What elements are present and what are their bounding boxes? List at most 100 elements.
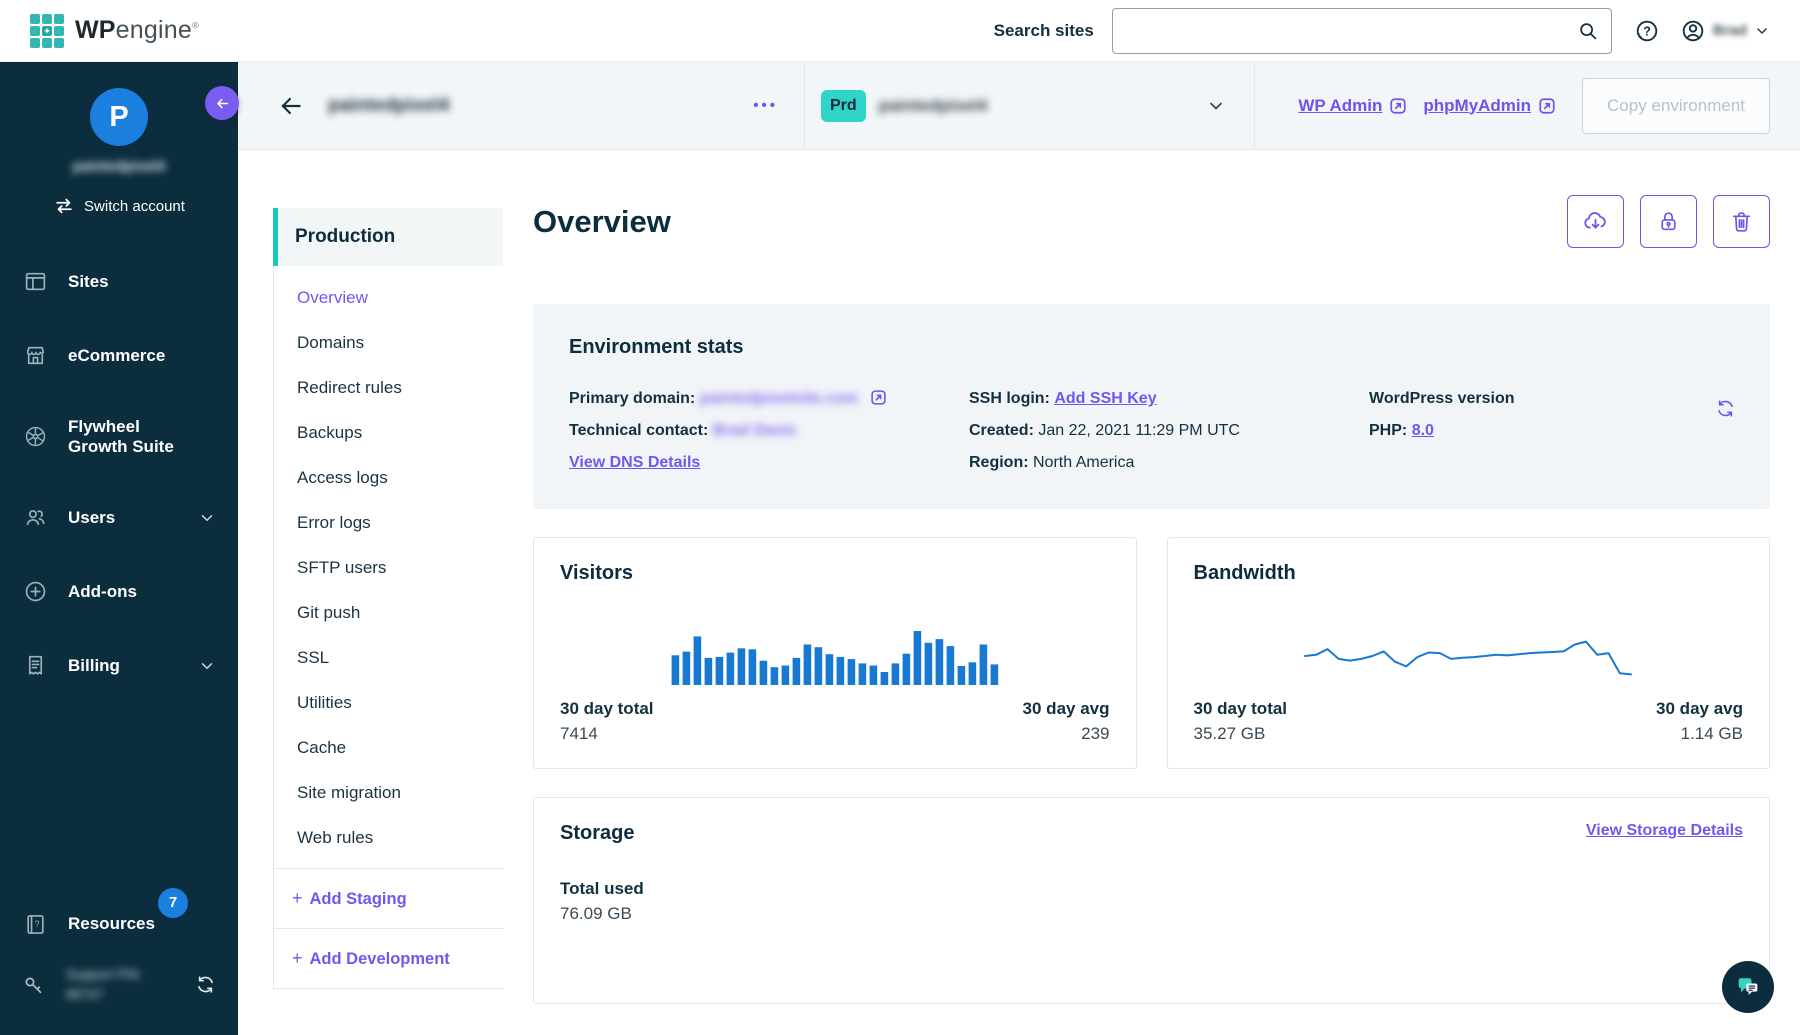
visitors-avg-value: 239 xyxy=(1023,724,1110,744)
primary-domain-label: Primary domain: xyxy=(569,390,695,407)
external-link-icon[interactable] xyxy=(870,389,887,406)
overview-panel: Overview xyxy=(533,195,1770,1035)
primary-domain-value[interactable]: paintedpixelsite.com xyxy=(700,390,858,407)
bandwidth-avg-label: 30 day avg xyxy=(1656,699,1743,719)
visitors-avg-label: 30 day avg xyxy=(1023,699,1110,719)
external-link-icon xyxy=(1389,97,1407,115)
backup-download-button[interactable] xyxy=(1567,195,1624,248)
submenu-item-backups[interactable]: Backups xyxy=(297,423,503,443)
chat-bubbles-icon xyxy=(1734,973,1762,1001)
storage-card: Storage View Storage Details Total used … xyxy=(533,797,1770,1004)
sidebar-item-resources[interactable]: ?Resources7 xyxy=(0,912,238,937)
swap-arrows-icon xyxy=(53,195,75,217)
submenu-item-ssl[interactable]: SSL xyxy=(297,648,503,668)
submenu-item-overview[interactable]: Overview xyxy=(297,288,503,308)
view-dns-details-link[interactable]: View DNS Details xyxy=(569,454,700,471)
sidebar-item-users[interactable]: Users xyxy=(0,505,238,530)
region-label: Region: xyxy=(969,454,1029,471)
chevron-down-icon xyxy=(198,509,216,527)
wordpress-version-label: WordPress version xyxy=(1369,390,1515,407)
created-label: Created: xyxy=(969,422,1034,439)
refresh-pin-icon[interactable] xyxy=(195,974,216,995)
switch-account-button[interactable]: Switch account xyxy=(0,195,238,217)
bandwidth-title: Bandwidth xyxy=(1194,562,1744,585)
add-staging-button[interactable]: +Add Staging xyxy=(273,868,503,928)
submenu-item-sftp-users[interactable]: SFTP users xyxy=(297,558,503,578)
trash-icon xyxy=(1729,209,1754,234)
sidebar-item-flywheel-growth-suite[interactable]: Flywheel Growth Suite xyxy=(0,417,238,456)
search-icon[interactable] xyxy=(1577,20,1599,42)
sidebar-item-ecommerce[interactable]: eCommerce xyxy=(0,343,238,368)
visitors-bar-chart xyxy=(670,629,1000,685)
account-avatar[interactable]: P xyxy=(90,88,148,146)
copy-environment-button[interactable]: Copy environment xyxy=(1582,78,1770,134)
add-development-label: Add Development xyxy=(310,950,450,968)
sidebar-item-label: eCommerce xyxy=(68,346,165,366)
stats-column-ssh: SSH login: Add SSH Key Created: Jan 22, … xyxy=(969,383,1369,479)
bandwidth-avg-value: 1.14 GB xyxy=(1656,724,1743,744)
site-header-section: paintedpixel4 ••• xyxy=(238,62,805,149)
submenu-item-redirect-rules[interactable]: Redirect rules xyxy=(297,378,503,398)
bandwidth-total-label: 30 day total xyxy=(1194,699,1288,719)
help-headset-icon[interactable]: ? xyxy=(1634,18,1660,44)
chevron-down-icon xyxy=(1206,96,1226,116)
submenu-item-domains[interactable]: Domains xyxy=(297,333,503,353)
add-ssh-key-link[interactable]: Add SSH Key xyxy=(1054,390,1156,407)
submenu-item-git-push[interactable]: Git push xyxy=(297,603,503,623)
key-icon xyxy=(22,973,46,997)
created-value: Jan 22, 2021 11:29 PM UTC xyxy=(1038,422,1240,439)
phpmyadmin-link[interactable]: phpMyAdmin xyxy=(1423,96,1531,116)
wpengine-logo-text: WPengine® xyxy=(75,16,199,45)
chevron-down-icon xyxy=(1754,23,1770,39)
refresh-stats-icon[interactable] xyxy=(1715,398,1736,419)
account-name: paintedpixel4 xyxy=(0,159,238,175)
environment-actions-section: WP Admin phpMyAdmin Copy environment xyxy=(1255,62,1800,149)
sidebar-item-label: Billing xyxy=(68,656,120,676)
visitors-total-label: 30 day total xyxy=(560,699,654,719)
environment-selector[interactable]: Prd paintedpixel4 xyxy=(805,62,1255,149)
submenu-item-error-logs[interactable]: Error logs xyxy=(297,513,503,533)
submenu-item-utilities[interactable]: Utilities xyxy=(297,693,503,713)
registered-mark: ® xyxy=(192,21,199,31)
sites-icon xyxy=(22,269,48,294)
chevron-down-icon xyxy=(198,657,216,675)
sidebar-item-label: Users xyxy=(68,508,115,528)
submenu-item-access-logs[interactable]: Access logs xyxy=(297,468,503,488)
page-title: Overview xyxy=(533,204,671,240)
collapse-sidebar-button[interactable] xyxy=(205,86,239,120)
search-sites-input[interactable] xyxy=(1125,22,1577,40)
storage-used-label: Total used xyxy=(560,879,1743,899)
account-menu[interactable]: Brad xyxy=(1680,18,1770,44)
submenu-item-cache[interactable]: Cache xyxy=(297,738,503,758)
wpengine-app: WPengine® Search sites ? xyxy=(0,0,1800,1035)
storage-title: Storage xyxy=(560,822,634,845)
view-storage-details-link[interactable]: View Storage Details xyxy=(1586,822,1743,840)
environment-bar: paintedpixel4 ••• Prd paintedpixel4 WP A… xyxy=(238,62,1800,150)
sidebar-item-add-ons[interactable]: Add-ons xyxy=(0,579,238,604)
submenu-item-web-rules[interactable]: Web rules xyxy=(297,828,503,848)
visitors-card: Visitors 30 day total 7414 30 day xyxy=(533,537,1137,769)
live-chat-button[interactable] xyxy=(1722,961,1774,1013)
wp-admin-link[interactable]: WP Admin xyxy=(1298,96,1382,116)
cloud-download-icon xyxy=(1582,208,1609,235)
add-development-button[interactable]: +Add Development xyxy=(273,928,503,989)
trash-icon-button[interactable] xyxy=(1713,195,1770,248)
bandwidth-card: Bandwidth 30 day total 35.27 GB 3 xyxy=(1167,537,1771,769)
wpengine-logo[interactable]: WPengine® xyxy=(30,14,199,48)
add-staging-label: Add Staging xyxy=(310,890,407,908)
wpengine-logo-icon xyxy=(30,14,64,48)
submenu-item-site-migration[interactable]: Site migration xyxy=(297,783,503,803)
site-more-menu-button[interactable]: ••• xyxy=(753,97,778,114)
php-version-link[interactable]: 8.0 xyxy=(1412,422,1434,439)
lock-environment-button[interactable] xyxy=(1640,195,1697,248)
sidebar-item-sites[interactable]: Sites xyxy=(0,269,238,294)
storage-used-value: 76.09 GB xyxy=(560,904,1743,924)
sidebar-item-label: Resources xyxy=(68,914,155,934)
site-name: paintedpixel4 xyxy=(328,95,449,117)
sidebar-item-billing[interactable]: Billing xyxy=(0,653,238,678)
logo-word-bold: WP xyxy=(75,16,116,44)
svg-text:?: ? xyxy=(1643,24,1651,38)
technical-contact-value[interactable]: Brad Davis xyxy=(713,422,797,439)
visitors-total-value: 7414 xyxy=(560,724,654,744)
back-arrow-button[interactable] xyxy=(278,93,304,119)
